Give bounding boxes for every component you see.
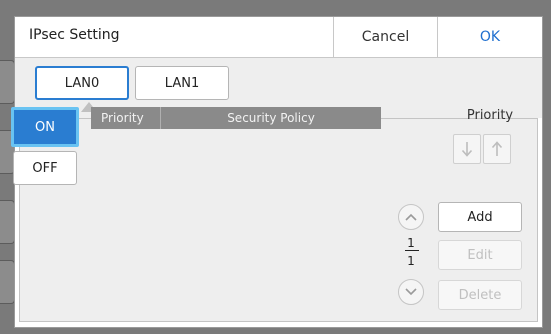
priority-label: Priority: [466, 108, 514, 123]
on-off-toggle: ON OFF: [9, 103, 89, 303]
ok-button[interactable]: OK: [437, 17, 542, 57]
add-button[interactable]: Add: [438, 202, 522, 232]
dialog-title: IPsec Setting: [29, 27, 120, 43]
delete-button[interactable]: Delete: [438, 280, 522, 310]
edit-button[interactable]: Edit: [438, 240, 522, 270]
priority-down-button[interactable]: [453, 134, 481, 164]
arrow-down-icon: [461, 142, 473, 157]
page-up-button[interactable]: [398, 204, 424, 230]
page-down-button[interactable]: [398, 279, 424, 305]
total-pages: 1: [407, 254, 415, 268]
off-button[interactable]: OFF: [13, 151, 77, 185]
arrow-up-icon: [491, 141, 503, 156]
on-button[interactable]: ON: [11, 107, 79, 147]
tab-lan0[interactable]: LAN0: [35, 66, 129, 100]
tab-lan1[interactable]: LAN1: [135, 66, 229, 100]
chevron-down-icon: [405, 288, 417, 296]
background-tab: [0, 60, 15, 104]
page-fraction-divider: [405, 250, 419, 251]
dialog-title-bar: IPsec Setting Cancel OK: [15, 17, 542, 58]
cancel-button[interactable]: Cancel: [333, 17, 437, 57]
column-header-security-policy: Security Policy: [227, 111, 315, 125]
current-page: 1: [407, 236, 415, 250]
chevron-up-icon: [405, 213, 417, 221]
column-header-priority: Priority: [91, 107, 161, 129]
priority-up-button[interactable]: [483, 134, 511, 164]
policy-table-header: Priority Security Policy: [91, 107, 381, 129]
